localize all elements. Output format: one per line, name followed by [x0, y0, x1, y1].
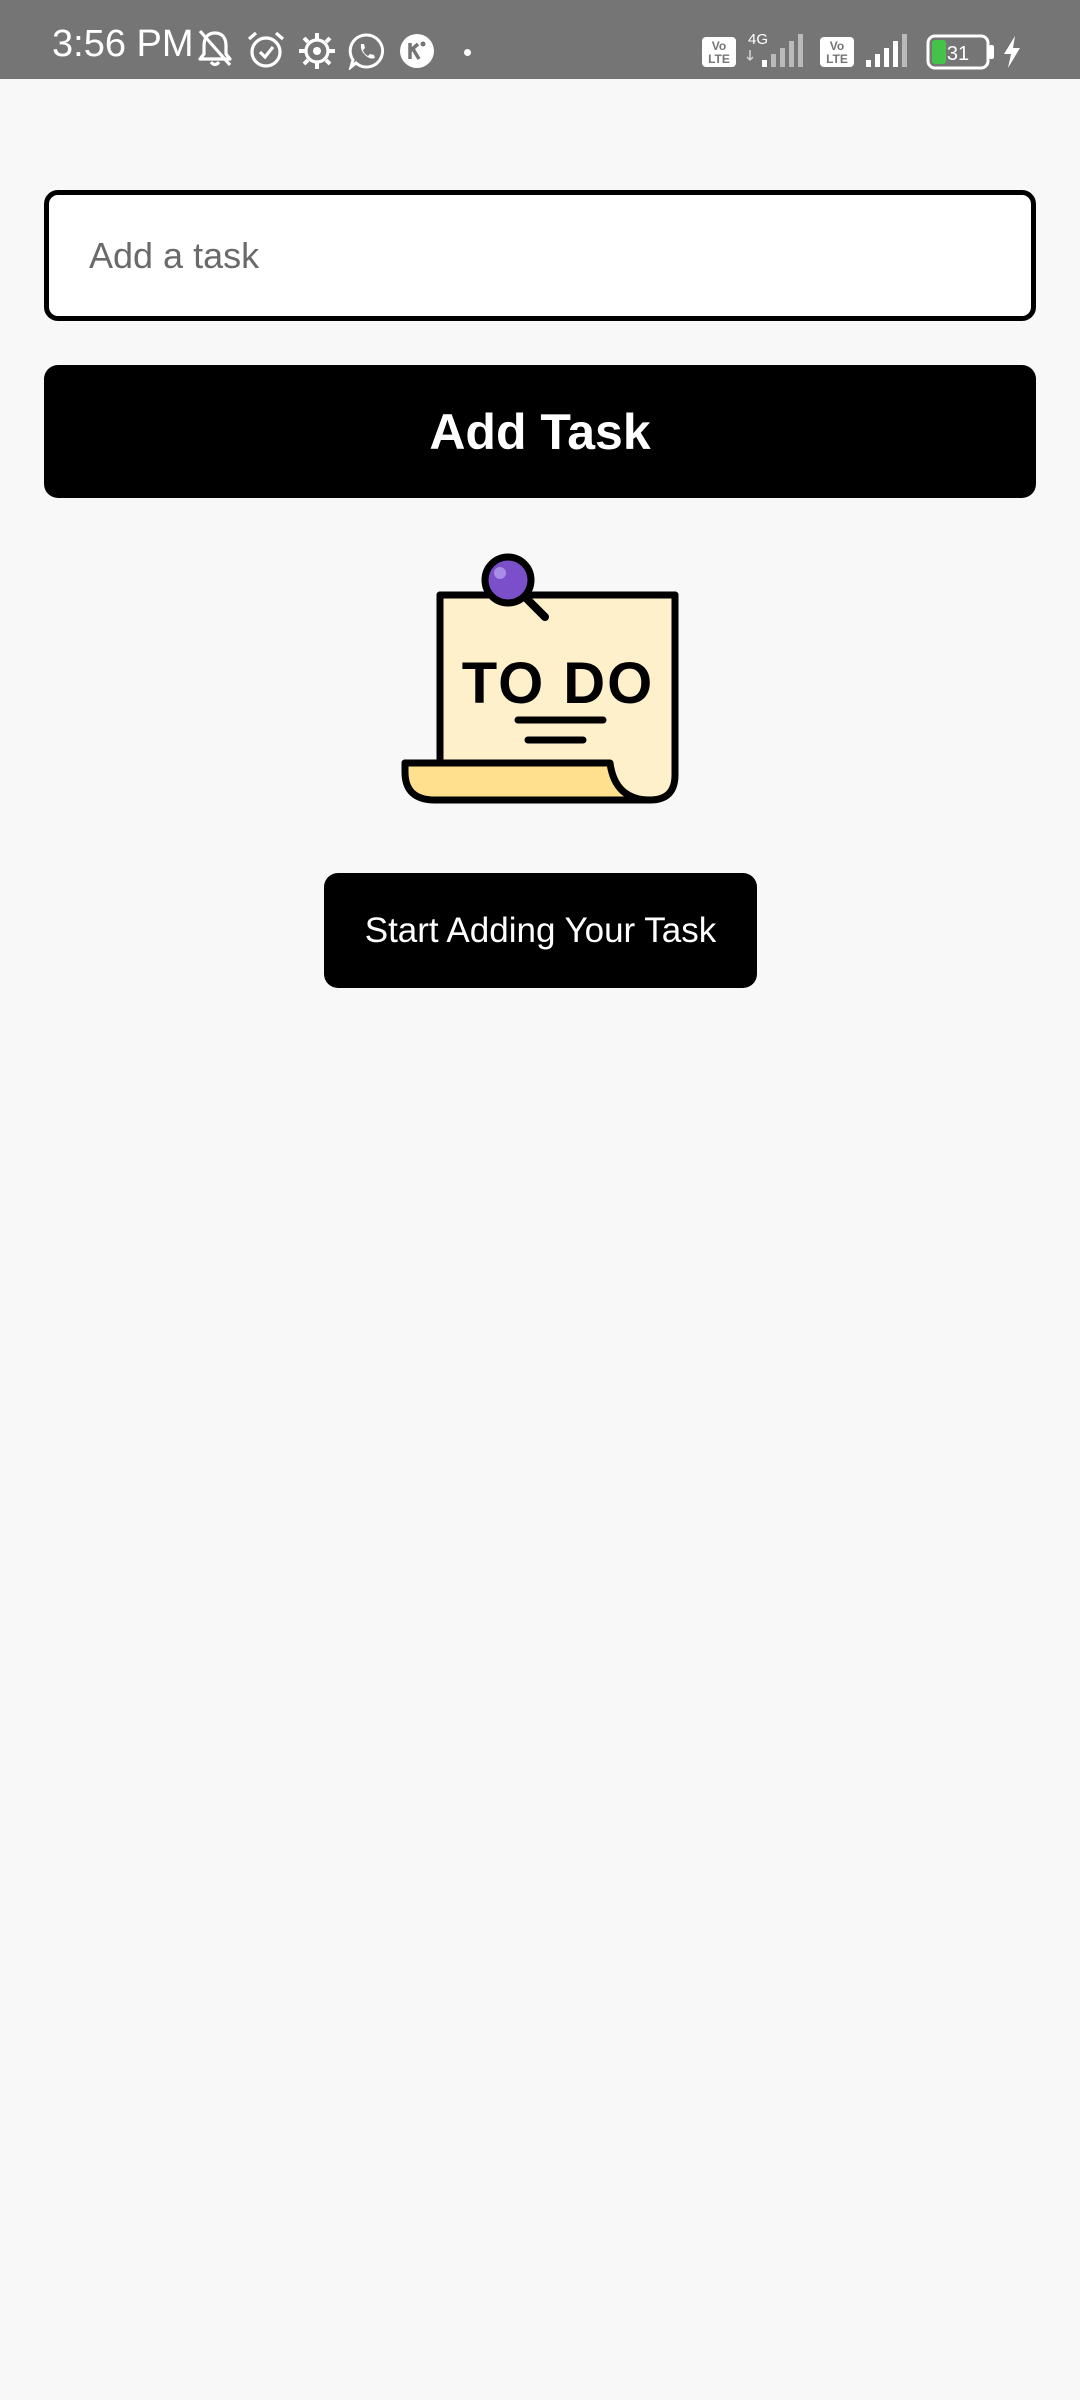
app-screen: 3:56 PM Vo LTE 4G Vo LTE 31 Add a task A…: [0, 0, 1080, 2400]
todo-illustration-text: TO DO: [462, 651, 655, 716]
svg-text:Vo: Vo: [712, 39, 726, 53]
task-input[interactable]: [49, 195, 1031, 316]
svg-text:LTE: LTE: [826, 52, 848, 66]
start-adding-task-label: Start Adding Your Task: [324, 873, 757, 988]
dot-icon: [464, 49, 471, 56]
bell-off-icon: [198, 29, 232, 67]
task-input-container: [44, 190, 1036, 321]
gear-icon: [299, 33, 335, 69]
svg-text:31: 31: [947, 43, 969, 65]
status-time: 3:56 PM: [52, 23, 194, 65]
signal-icon: [866, 34, 907, 67]
svg-text:4G: 4G: [748, 31, 768, 48]
charging-icon: [1004, 36, 1020, 68]
alarm-icon: [247, 31, 285, 68]
whatsapp-icon: [348, 33, 385, 70]
todo-note-icon: TO DO: [401, 553, 679, 804]
status-bar: 3:56 PM Vo LTE 4G Vo LTE 31: [0, 0, 1080, 79]
svg-text:Vo: Vo: [830, 39, 844, 53]
add-task-button[interactable]: Add Task: [44, 365, 1036, 498]
volte-icon: Vo LTE: [702, 37, 736, 67]
svg-text:LTE: LTE: [708, 52, 730, 66]
volte-icon: Vo LTE: [820, 37, 854, 67]
chat-app-icon: [400, 34, 434, 68]
signal-icon: 4G: [746, 31, 803, 67]
battery-icon: 31: [926, 34, 994, 70]
